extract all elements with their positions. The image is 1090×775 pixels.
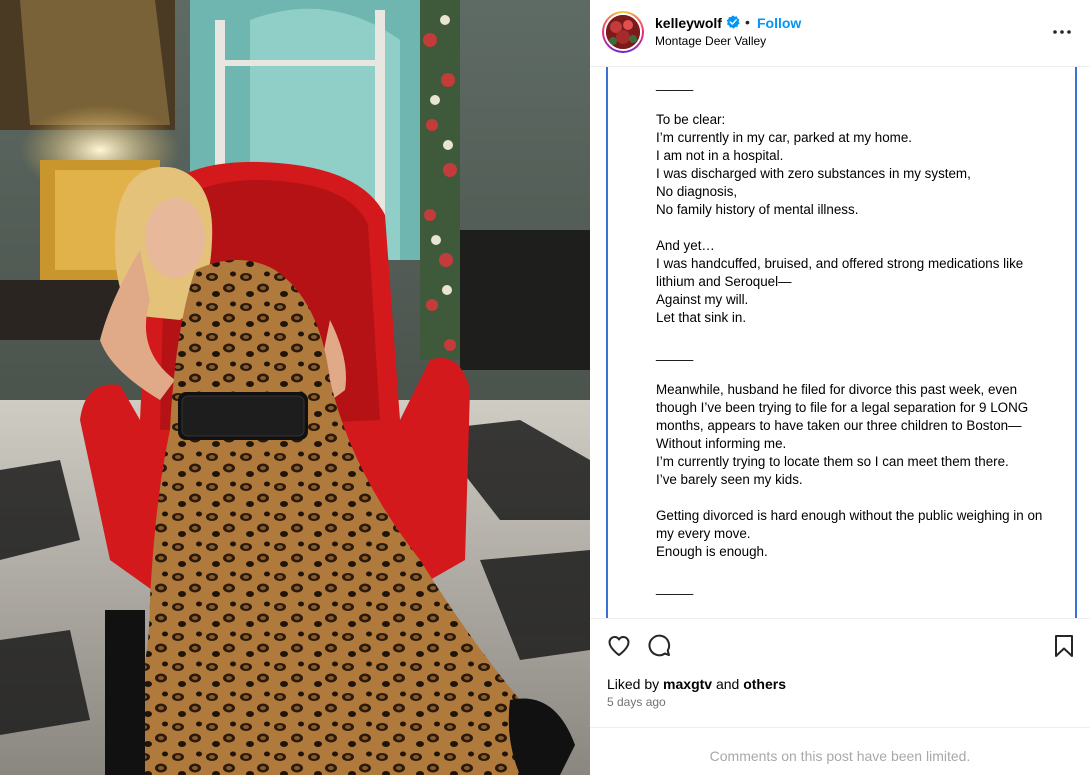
follow-button[interactable]: Follow [757,15,801,31]
separator-dot: • [745,14,750,30]
more-options-icon[interactable] [1052,24,1072,40]
liked-by-others-link[interactable]: others [743,676,786,692]
avatar[interactable] [604,13,642,51]
caption-scroll-area[interactable]: _____ To be clear: I’m currently in my c… [606,67,1077,618]
post-actions: Liked by maxgtv and others 5 days ago [590,618,1090,728]
post-photo[interactable] [0,0,590,775]
liked-by-text: Liked by maxgtv and others [607,676,786,692]
username-link[interactable]: kelleywolf [655,15,722,31]
comment-icon[interactable] [647,634,671,658]
bookmark-icon[interactable] [1053,634,1075,658]
post-header: kelleywolf • Follow Montage Deer Valley [590,0,1090,67]
liked-by-middle: and [712,676,744,692]
comments-limited-notice: Comments on this post have been limited. [590,727,1090,775]
post-image-illustration [0,0,590,775]
location-link[interactable]: Montage Deer Valley [655,34,766,48]
avatar-image [606,15,640,49]
heart-icon[interactable] [607,634,631,658]
verified-badge-icon [726,15,740,29]
post-timestamp[interactable]: 5 days ago [607,695,666,709]
post-caption: _____ To be clear: I’m currently in my c… [656,76,1043,595]
avatar-story-ring[interactable] [602,11,644,53]
liked-by-prefix: Liked by [607,676,664,692]
post-panel: kelleywolf • Follow Montage Deer Valley … [590,0,1090,775]
liked-by-user-link[interactable]: maxgtv [663,676,712,692]
